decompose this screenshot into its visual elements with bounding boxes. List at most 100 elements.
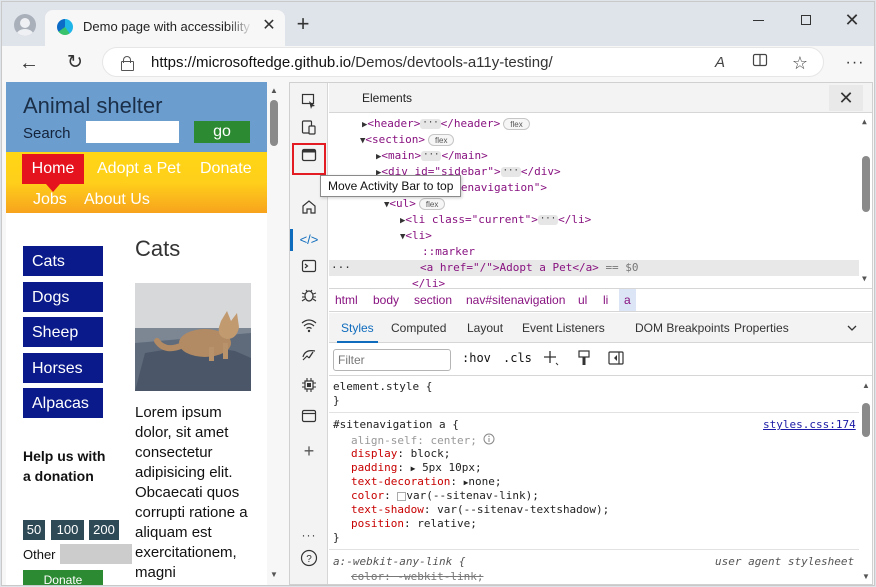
dom-node-li-close[interactable]: </li> [412,276,872,288]
nav-home-link[interactable]: Home [22,154,84,192]
flex-badge[interactable]: flex [418,198,446,210]
memory-chip-icon[interactable] [297,377,321,401]
close-panel-button[interactable]: ✕ [829,85,863,111]
help-icon[interactable]: ? [297,549,321,573]
nav-adopt-link[interactable]: Adopt a Pet [97,160,181,178]
other-amount-input[interactable] [60,544,132,564]
css-declaration-overridden[interactable]: color: -webkit-link; [351,570,483,584]
element-style-selector[interactable]: element.style { [333,380,432,394]
sidebar-link-sheep[interactable]: Sheep [23,317,103,347]
profile-avatar-icon[interactable] [14,14,36,36]
dom-scrollbar[interactable]: ▲ ▼ [859,114,872,288]
close-window-button[interactable]: ✕ [834,8,870,32]
dom-node-marker[interactable]: ::marker [422,244,872,260]
tab-event-listeners[interactable]: Event Listeners [522,313,605,343]
amount-200-button[interactable]: 200 [89,520,119,540]
device-emulation-icon[interactable] [297,119,321,143]
application-panel-icon[interactable] [297,408,321,432]
settings-more-button[interactable]: ··· [842,50,868,76]
dom-node-li[interactable]: ▼<li> [400,228,872,244]
gutter-dots[interactable]: ··· [331,260,351,276]
flex-badge[interactable]: flex [503,118,530,130]
donate-button[interactable]: Donate [23,570,103,585]
amount-100-button[interactable]: 100 [51,520,84,540]
refresh-button[interactable]: ↻ [62,50,88,76]
dom-node-main[interactable]: ▶<main> ··· </main> [376,148,872,164]
back-button[interactable]: ← [16,50,42,76]
tab-styles[interactable]: Styles [337,313,378,343]
nav-donate-link[interactable]: Donate [200,160,252,178]
breadcrumb-section[interactable]: section [409,289,457,311]
class-toggle[interactable]: .cls [503,351,532,365]
more-tools-plus-icon[interactable]: + [297,439,321,463]
browser-tab[interactable]: Demo page with accessibility issues ✕ [45,10,285,46]
go-button[interactable]: go [194,121,250,143]
tab-layout[interactable]: Layout [467,313,503,343]
chevron-down-icon[interactable] [845,321,859,335]
sources-debug-bug-icon[interactable] [297,287,321,311]
minimize-button[interactable] [740,8,776,32]
css-declaration[interactable]: padding: ▶ 5px 10px; [351,461,482,475]
scroll-up-icon[interactable]: ▲ [270,86,278,95]
dom-node-li-current[interactable]: ▶<li class="current"> ··· </li> [400,212,872,228]
nav-about-link[interactable]: About Us [84,191,150,209]
tab-dom-breakpoints[interactable]: DOM Breakpoints [635,313,730,343]
scrollbar-thumb[interactable] [270,100,278,146]
new-style-rule-icon[interactable] [542,349,560,370]
breadcrumb-nav[interactable]: nav#sitenavigation [461,289,570,311]
css-declaration[interactable]: text-decoration: ▶none; [351,475,502,489]
tab-computed[interactable]: Computed [391,313,446,343]
css-declaration[interactable]: color: var(--sitenav-link); [351,489,539,503]
welcome-home-icon[interactable] [297,199,321,223]
performance-gauge-icon[interactable] [297,346,321,370]
console-icon[interactable] [297,258,321,282]
tab-close-icon[interactable]: ✕ [259,16,279,36]
info-icon[interactable] [483,433,495,449]
scrollbar-thumb[interactable] [862,156,870,212]
page-scrollbar[interactable]: ▲ ▼ [267,82,281,585]
scroll-down-icon[interactable]: ▼ [862,572,870,581]
rule-selector[interactable]: #sitenavigation a { [333,418,459,432]
dom-node-section[interactable]: ▼<section> flex [360,132,872,148]
sidebar-link-alpacas[interactable]: Alpacas [23,388,103,418]
nav-jobs-link[interactable]: Jobs [33,191,67,209]
sidebar-link-dogs[interactable]: Dogs [23,282,103,312]
favorite-star-icon[interactable]: ☆ [789,52,811,74]
scroll-down-icon[interactable]: ▼ [270,570,278,579]
lock-icon[interactable] [121,56,134,71]
flex-badge[interactable]: flex [428,134,455,146]
rule-source-link[interactable]: styles.css:174 [763,418,856,431]
new-tab-button[interactable]: + [292,13,314,36]
scrollbar-thumb[interactable] [862,403,870,437]
address-bar[interactable]: https://microsoftedge.github.io/Demos/de… [102,47,824,77]
breadcrumb-body[interactable]: body [368,289,404,311]
css-declaration[interactable]: display: block; [351,447,450,461]
scroll-up-icon[interactable]: ▲ [862,117,867,126]
amount-50-button[interactable]: 50 [23,520,45,540]
scroll-up-icon[interactable]: ▲ [862,381,870,390]
elements-tool-icon[interactable]: </> [297,228,321,252]
ua-rule-selector[interactable]: a:-webkit-any-link { [333,555,465,569]
breadcrumb-a[interactable]: a [619,289,636,311]
search-input[interactable] [86,121,179,143]
url-text[interactable]: https://microsoftedge.github.io/Demos/de… [151,54,553,71]
breadcrumb-ul[interactable]: ul [573,289,592,311]
sidebar-link-cats[interactable]: Cats [23,246,103,276]
customize-more-icon[interactable]: ··· [297,523,321,547]
read-aloud-icon[interactable]: A [709,52,731,74]
filter-input[interactable]: Filter [333,349,451,371]
styles-scrollbar[interactable]: ▲ ▼ [859,377,872,584]
dom-node-header[interactable]: ▶<header> ··· </header> flex [362,116,872,132]
css-declaration[interactable]: position: relative; [351,517,477,531]
css-declaration[interactable]: align-self: center; [351,433,495,447]
css-declaration[interactable]: text-shadow: var(--sitenav-textshadow); [351,503,609,517]
dom-node-ul[interactable]: ▼<ul> flex [384,196,872,212]
dom-node-anchor-selected[interactable]: ··· <a href="/">Adopt a Pet</a> == $0 [329,260,859,276]
hover-state-toggle[interactable]: :hov [462,351,491,365]
inspect-element-icon[interactable] [297,93,321,117]
toggle-sidebar-icon[interactable] [607,349,625,370]
expand-triangle-icon[interactable]: ▶ [411,464,416,473]
scroll-down-icon[interactable]: ▼ [862,274,867,283]
tab-properties[interactable]: Properties [734,313,789,343]
breadcrumb-html[interactable]: html [330,289,363,311]
